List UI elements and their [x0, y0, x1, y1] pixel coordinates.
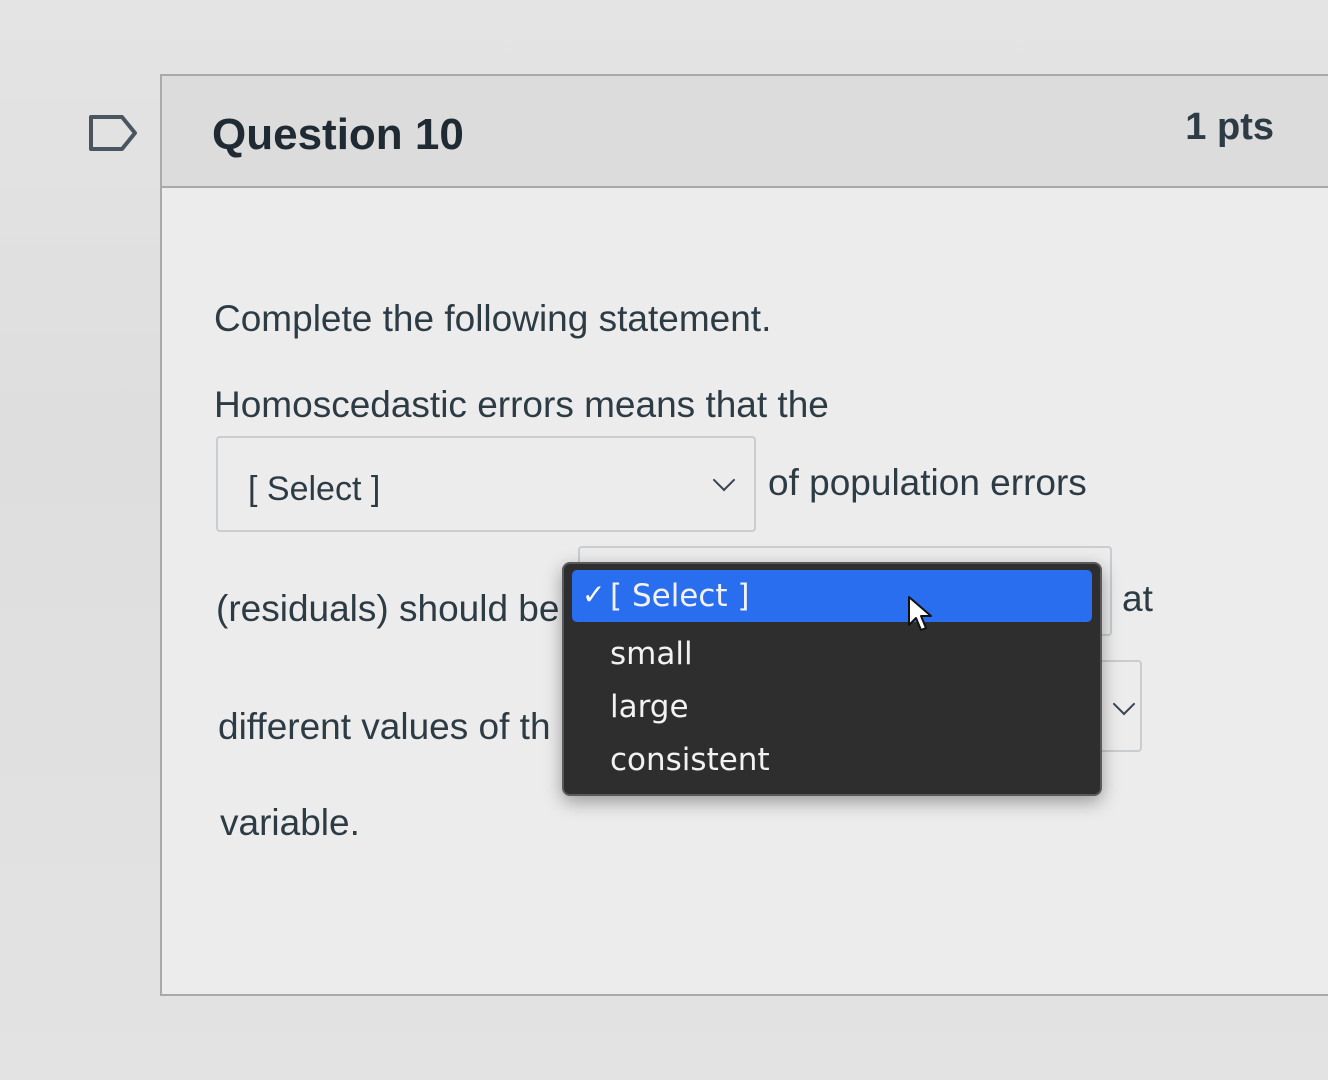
- dropdown-option-label: consistent: [610, 742, 770, 778]
- statement-line-3-suffix: at: [1122, 578, 1153, 619]
- dropdown-option-small[interactable]: small: [564, 628, 1100, 680]
- question-title: Question 10: [212, 110, 464, 159]
- dropdown-option-large[interactable]: large: [564, 681, 1100, 733]
- dropdown-option-label: small: [610, 636, 693, 672]
- question-header: Question 10 1 pts: [162, 76, 1328, 188]
- question-card: Question 10 1 pts: [160, 74, 1328, 996]
- dropdown-option-label: [ Select ]: [610, 578, 750, 614]
- blank-1-select[interactable]: [ Select ]: [216, 436, 756, 532]
- dropdown-option-consistent[interactable]: consistent: [564, 734, 1100, 786]
- blank-1-select-value: [ Select ]: [248, 470, 381, 508]
- checkmark-icon: ✓: [582, 578, 606, 611]
- statement-line-1: Homoscedastic errors means that the: [214, 384, 829, 425]
- mouse-pointer-icon: [908, 596, 932, 631]
- dropdown-menu: ✓ [ Select ] small large consistent: [562, 562, 1102, 796]
- dropdown-option-label: large: [610, 689, 689, 725]
- question-points: 1 pts: [1185, 106, 1274, 148]
- question-prompt: Complete the following statement.: [214, 298, 772, 339]
- chevron-down-icon: [1112, 692, 1136, 716]
- flag-outline-icon[interactable]: [88, 114, 138, 152]
- statement-line-5: variable.: [220, 802, 360, 843]
- statement-after-blank-1: of population errors: [768, 462, 1087, 503]
- statement-line-3-prefix: (residuals) should be: [216, 588, 560, 629]
- chevron-down-icon: [712, 468, 736, 492]
- dropdown-option-select[interactable]: ✓ [ Select ]: [572, 570, 1092, 622]
- statement-line-4-prefix: different values of th: [218, 706, 551, 747]
